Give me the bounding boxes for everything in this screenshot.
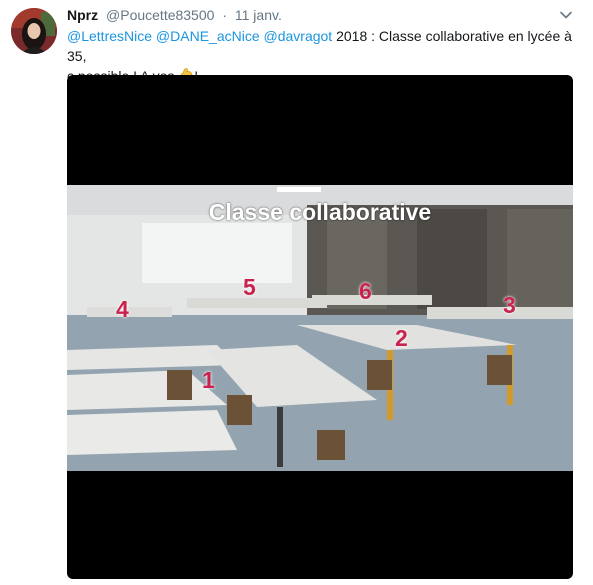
video-title-overlay: Classe collaborative: [208, 199, 432, 225]
tweet-date[interactable]: 11 janv.: [235, 7, 282, 23]
table-number-1: 1: [202, 367, 215, 393]
tweet: Nprz @Poucette83500 · 11 janv. @LettresN…: [0, 0, 593, 585]
table-number-4: 4: [116, 296, 129, 322]
avatar[interactable]: [11, 8, 57, 54]
table-number-2: 2: [395, 325, 408, 351]
mention-lettresnice[interactable]: @LettresNice: [67, 28, 152, 44]
video-media[interactable]: Classe collaborative 1 2 3 4 5 6: [67, 75, 573, 579]
mention-davragot[interactable]: @davragot: [264, 28, 333, 44]
author-name[interactable]: Nprz: [67, 7, 98, 23]
tweet-header: Nprz @Poucette83500 · 11 janv.: [67, 6, 567, 24]
separator: ·: [222, 7, 227, 23]
table-number-3: 3: [503, 292, 516, 318]
table-number-6: 6: [359, 278, 372, 304]
author-handle[interactable]: @Poucette83500: [106, 7, 214, 23]
classroom-photo: [67, 185, 573, 471]
mention-dane-acnice[interactable]: @DANE_acNice: [156, 28, 260, 44]
chevron-down-icon[interactable]: [559, 8, 573, 22]
table-number-5: 5: [243, 274, 256, 300]
